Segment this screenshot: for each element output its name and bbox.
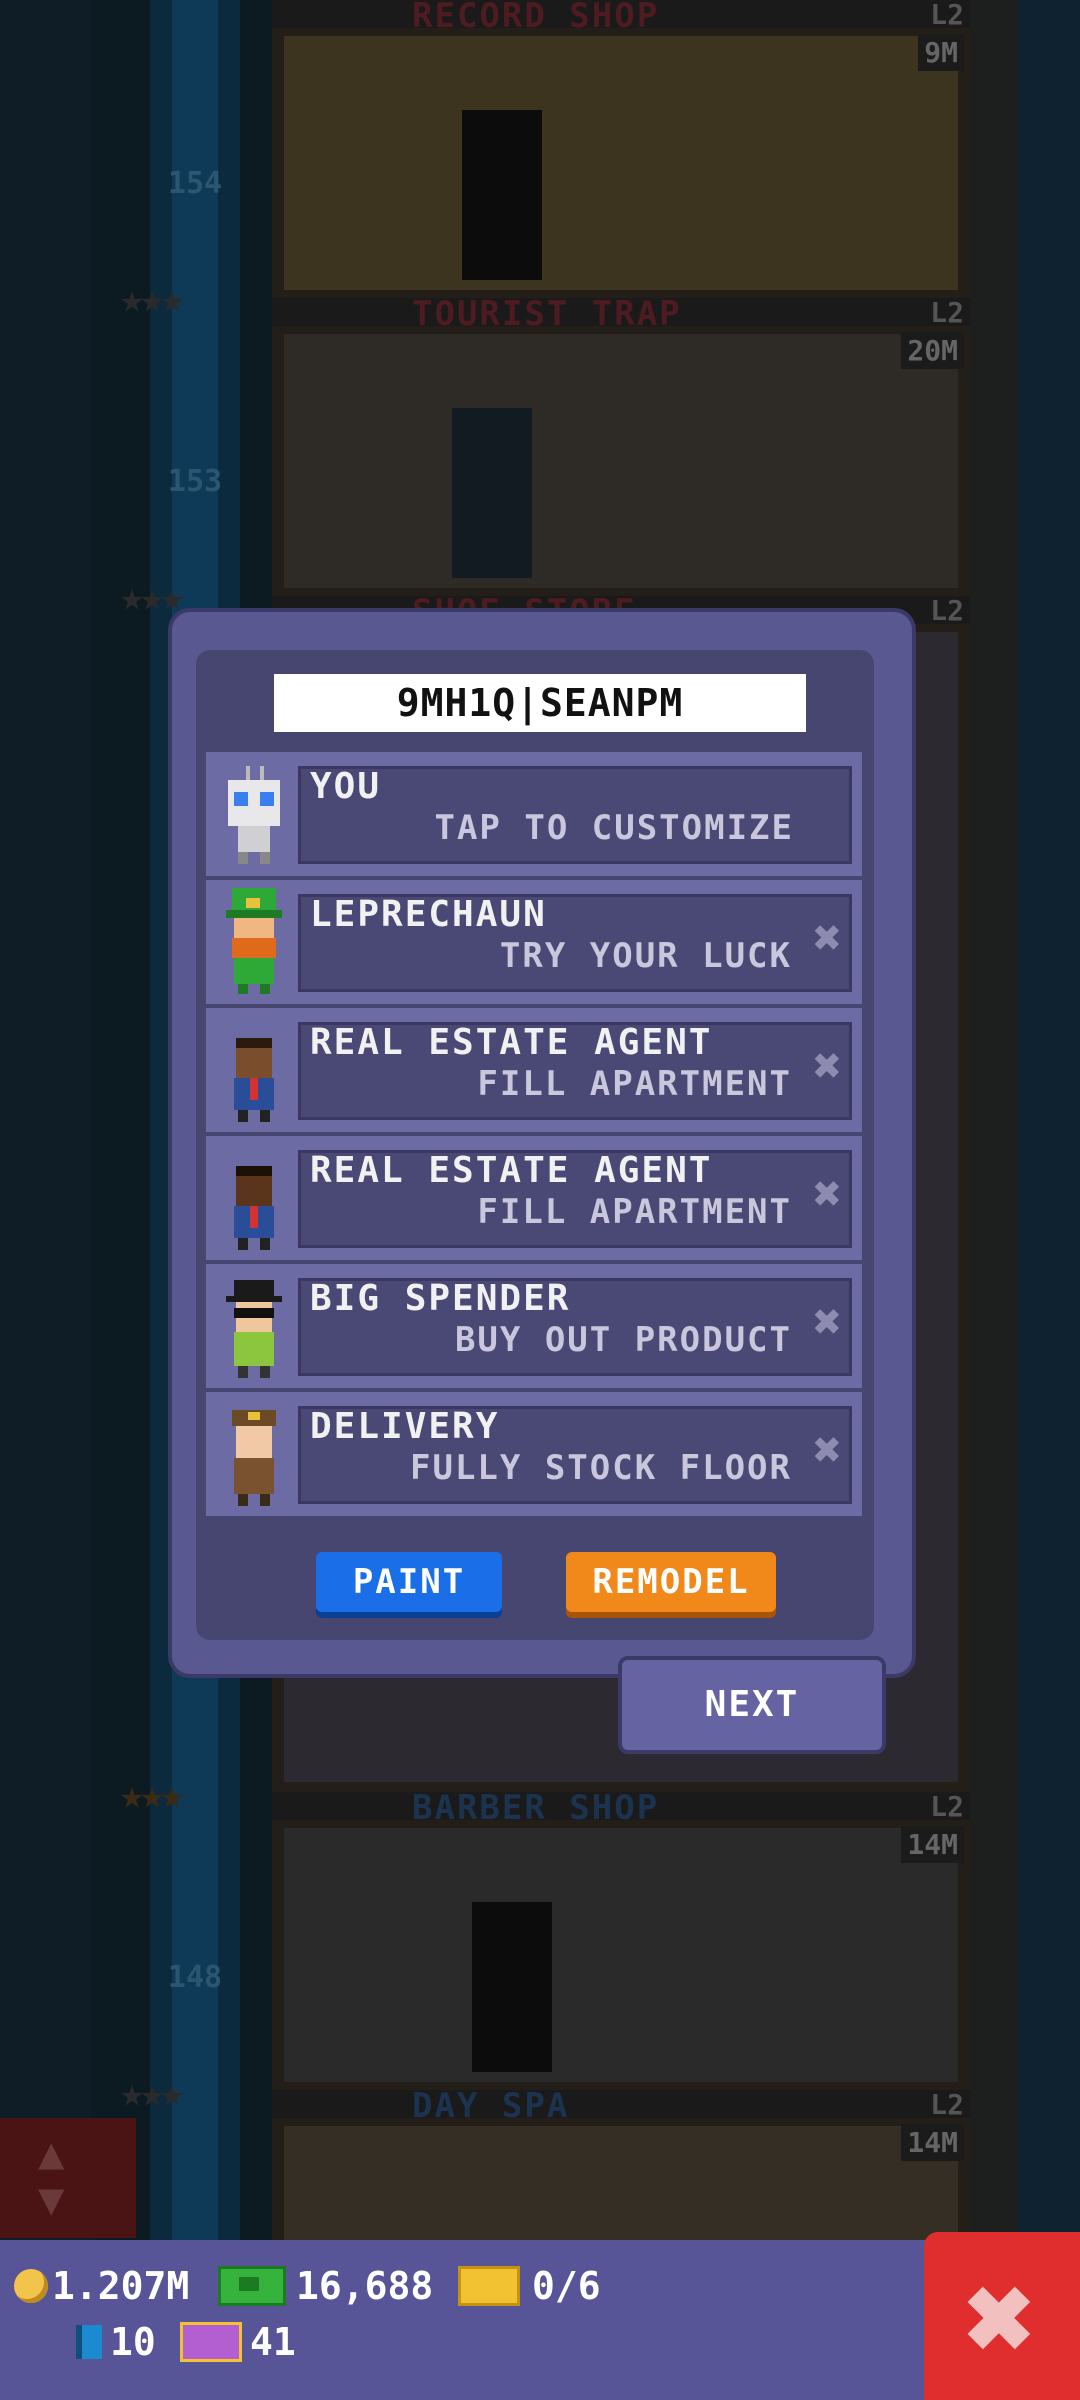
agent-avatar-icon (234, 1038, 274, 1122)
close-icon: ✖ (962, 2270, 1036, 2369)
floor-price: 20M (901, 332, 964, 369)
vip-counter: 41 (180, 2320, 296, 2364)
vip-value: 41 (250, 2320, 296, 2364)
floor-stars: ★★★ (120, 574, 184, 620)
floor-number: 153 (167, 464, 223, 499)
floor-level: L2 (930, 296, 964, 329)
floor-level: L2 (930, 0, 964, 31)
list-item-leprechaun[interactable]: LEPRECHAUN TRY YOUR LUCK ✖ (206, 880, 862, 1004)
paint-button[interactable]: PAINT (316, 1552, 502, 1612)
ticket-icon (458, 2266, 520, 2306)
coins-counter: 1.207M (14, 2264, 189, 2308)
tower-edge (970, 0, 1018, 2250)
floor-number: 148 (167, 1960, 223, 1995)
tickets-value: 0/6 (532, 2264, 601, 2308)
row-subtitle: FULLY STOCK FLOOR (410, 1448, 792, 1488)
status-bar: 1.207M 16,688 0/6 10 41 (0, 2240, 930, 2400)
list-item-big-spender[interactable]: BIG SPENDER BUY OUT PRODUCT ✖ (206, 1264, 862, 1388)
floor-barber-shop: BARBER SHOP L2 14M (272, 1788, 970, 2090)
row-subtitle: FILL APARTMENT (477, 1192, 792, 1232)
list-item-real-estate-agent[interactable]: REAL ESTATE AGENT FILL APARTMENT ✖ (206, 1008, 862, 1132)
elevator-value: 10 (110, 2320, 156, 2364)
floor-price: 14M (901, 1826, 964, 1863)
row-subtitle: TRY YOUR LUCK (499, 936, 792, 976)
coin-icon (14, 2269, 48, 2303)
row-subtitle: TAP TO CUSTOMIZE (434, 808, 794, 848)
floor-tourist-trap: TOURIST TRAP L2 20M (272, 294, 970, 596)
floor-level: L2 (930, 594, 964, 627)
sky-right (1018, 0, 1080, 2400)
row-title: YOU (310, 766, 382, 807)
dismiss-icon[interactable]: ✖ (813, 910, 842, 966)
agent-avatar-icon (234, 1166, 274, 1250)
row-title: BIG SPENDER (310, 1278, 571, 1319)
floor-level: L2 (930, 1790, 964, 1823)
bux-value: 16,688 (296, 2264, 434, 2308)
elevator-scroll-button[interactable]: ▲ ▼ (0, 2118, 136, 2238)
tickets-counter: 0/6 (458, 2264, 601, 2308)
floor-record-shop: RECORD SHOP L2 9M (272, 0, 970, 298)
floor-price: 9M (918, 34, 964, 71)
floor-stars: ★★★ (120, 1772, 184, 1818)
floor-name: BARBER SHOP (412, 1788, 660, 1828)
floor-stars: ★★★ (120, 276, 184, 322)
close-button[interactable]: ✖ (924, 2232, 1080, 2400)
row-subtitle: FILL APARTMENT (477, 1064, 792, 1104)
sky-left (0, 0, 90, 2400)
list-item-delivery[interactable]: DELIVERY FULLY STOCK FLOOR ✖ (206, 1392, 862, 1516)
floor-name: TOURIST TRAP (412, 294, 682, 334)
dismiss-icon[interactable]: ✖ (813, 1166, 842, 1222)
row-title: REAL ESTATE AGENT (310, 1150, 713, 1191)
robot-avatar-icon (228, 766, 280, 864)
list-item-real-estate-agent[interactable]: REAL ESTATE AGENT FILL APARTMENT ✖ (206, 1136, 862, 1260)
elevator-counter: 10 (76, 2320, 156, 2364)
floor-name: RECORD SHOP (412, 0, 660, 36)
remodel-button[interactable]: REMODEL (566, 1552, 776, 1612)
chevron-down-icon: ▼ (38, 2174, 65, 2225)
floor-level: L2 (930, 2088, 964, 2121)
row-title: REAL ESTATE AGENT (310, 1022, 713, 1063)
delivery-avatar-icon (232, 1410, 276, 1506)
row-title: DELIVERY (310, 1406, 500, 1447)
floor-price: 14M (901, 2124, 964, 2161)
floor-stars: ★★★ (120, 2070, 184, 2116)
elevator-icon (76, 2325, 102, 2359)
leprechaun-avatar-icon (226, 888, 282, 994)
bux-counter: 16,688 (218, 2264, 433, 2308)
dismiss-icon[interactable]: ✖ (813, 1422, 842, 1478)
vip-icon (180, 2322, 242, 2362)
row-title: LEPRECHAUN (310, 894, 547, 935)
bux-icon (218, 2266, 286, 2306)
floor-number: 154 (167, 166, 223, 201)
row-subtitle: BUY OUT PRODUCT (454, 1320, 792, 1360)
coins-value: 1.207M (52, 2264, 190, 2308)
bitizen-name-input[interactable] (274, 674, 806, 732)
floor-name: DAY SPA (412, 2086, 570, 2126)
dismiss-icon[interactable]: ✖ (813, 1294, 842, 1350)
chevron-up-icon: ▲ (38, 2128, 65, 2179)
spender-avatar-icon (226, 1280, 282, 1378)
list-item-you[interactable]: YOU TAP TO CUSTOMIZE (206, 752, 862, 876)
dismiss-icon[interactable]: ✖ (813, 1038, 842, 1094)
next-button[interactable]: NEXT (622, 1660, 882, 1750)
